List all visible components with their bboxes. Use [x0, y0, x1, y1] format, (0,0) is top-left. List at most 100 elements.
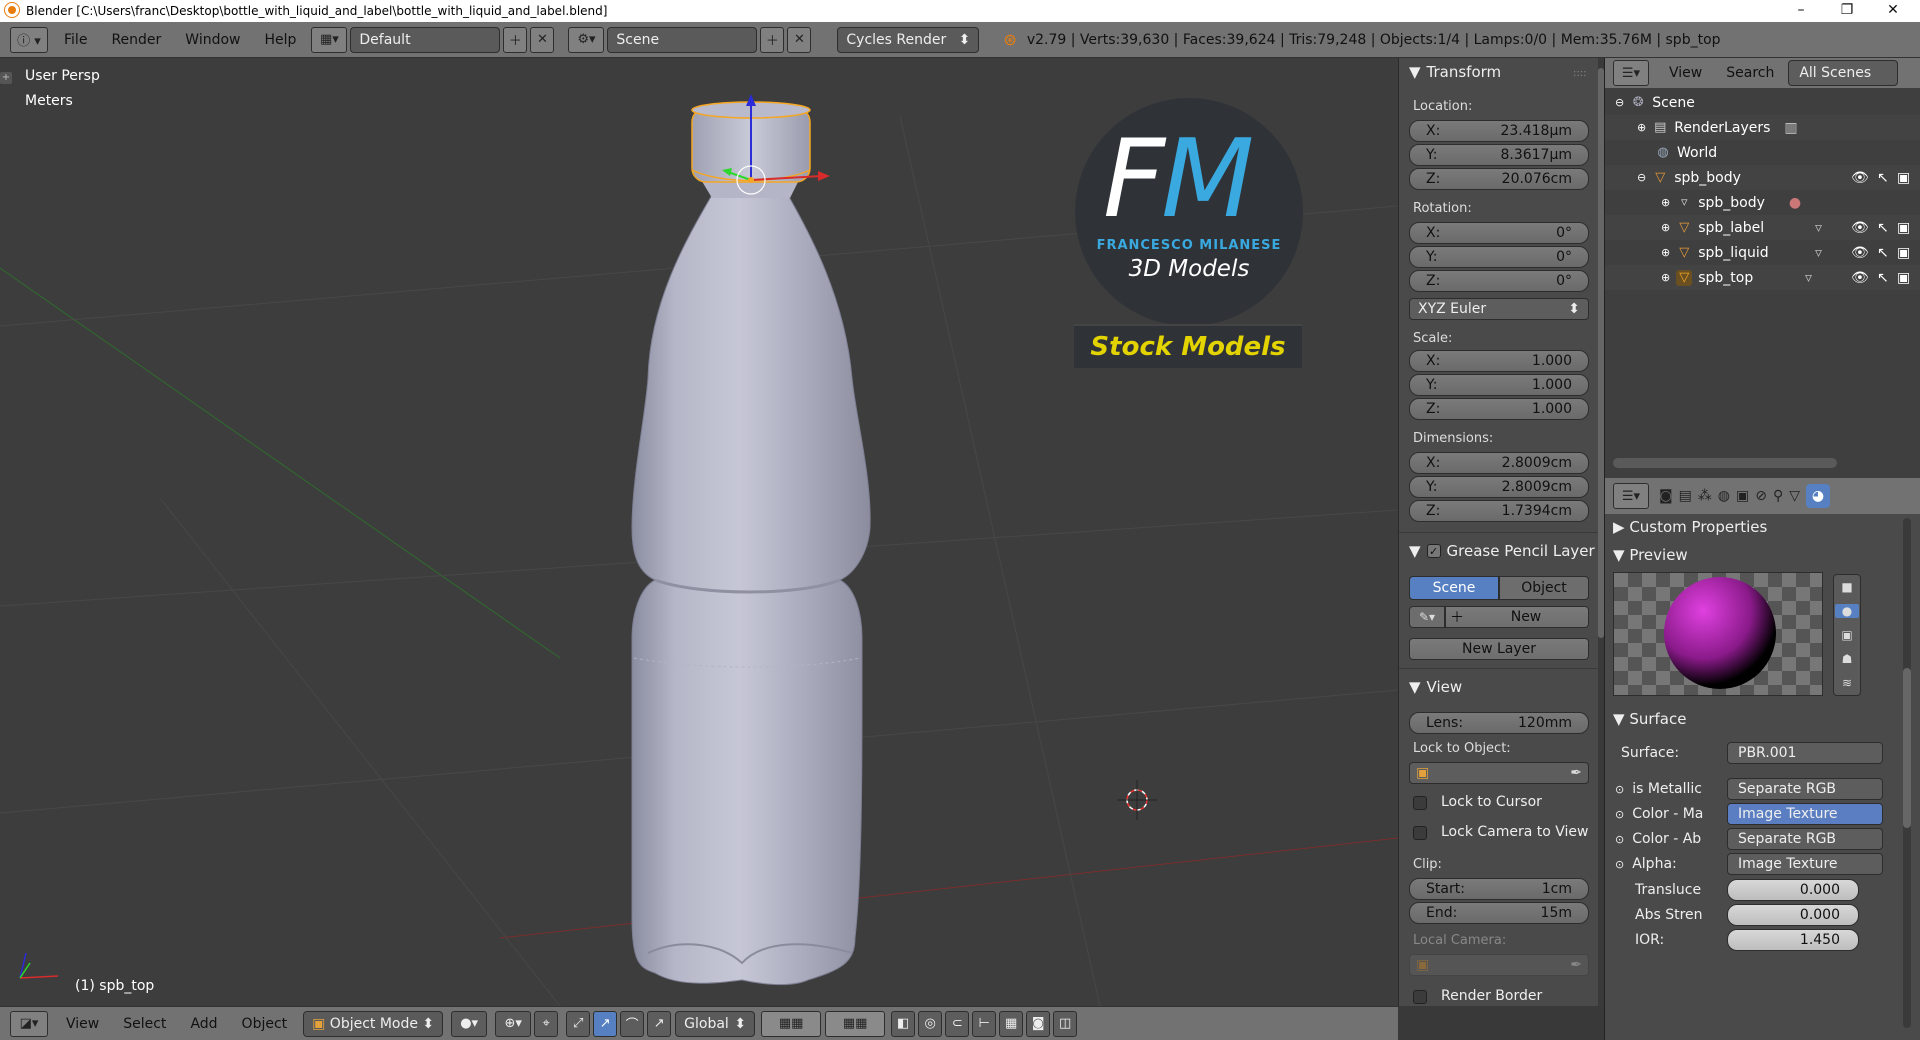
toolshelf-toggle-icon[interactable]: +: [0, 72, 12, 84]
view-panel-header[interactable]: ▼ View: [1399, 673, 1462, 701]
socket-icon[interactable]: ⊙: [1615, 858, 1624, 871]
menu-view[interactable]: View: [66, 1016, 99, 1032]
select-arrow-icon[interactable]: ↖: [1877, 170, 1889, 186]
visibility-eye-icon[interactable]: 👁: [1851, 220, 1869, 236]
outliner-editor-icon[interactable]: ☰▾: [1613, 60, 1649, 86]
scene-layers-icon[interactable]: ▦▦: [825, 1010, 886, 1037]
socket-icon[interactable]: ⊙: [1615, 833, 1624, 846]
expand-toggle-icon[interactable]: ⊕: [1637, 121, 1646, 134]
grease-pencil-checkbox[interactable]: ✓: [1426, 544, 1441, 558]
sphere-preview-icon[interactable]: ●: [1835, 604, 1859, 618]
eyedropper-icon[interactable]: ✒: [1570, 957, 1582, 973]
material-preview[interactable]: [1613, 572, 1823, 696]
select-arrow-icon[interactable]: ↖: [1877, 220, 1889, 236]
pencil-icon[interactable]: ✎▾: [1409, 606, 1445, 628]
scale-y-field[interactable]: Y: 1.000: [1409, 374, 1589, 396]
select-arrow-icon[interactable]: ↖: [1877, 270, 1889, 286]
menu-file[interactable]: File: [64, 32, 87, 48]
outliner-row-spb-label[interactable]: ⊕ ▽ spb_label ▿ 👁 ↖ ▣: [1605, 215, 1920, 240]
viewport-shading-icon[interactable]: ●▾: [451, 1010, 488, 1037]
abs-strength-slider[interactable]: 0.000: [1727, 904, 1859, 926]
tab-gp-scene[interactable]: Scene: [1409, 576, 1499, 600]
lock-object-field[interactable]: ▣ ✒: [1409, 762, 1589, 784]
outliner-row-spb-body-mesh[interactable]: ⊕ ▿ spb_body ●: [1605, 190, 1920, 215]
eyedropper-icon[interactable]: ✒: [1570, 765, 1582, 781]
remove-scene-icon[interactable]: ✕: [787, 26, 812, 53]
layer-lock-icon[interactable]: ◧: [891, 1010, 916, 1037]
new-layer-button[interactable]: New Layer: [1409, 638, 1589, 660]
screen-layout-icon[interactable]: ▦▾: [311, 26, 348, 53]
hair-preview-icon[interactable]: ≋: [1842, 676, 1852, 690]
render-camera-icon[interactable]: ▣: [1897, 170, 1910, 186]
render-camera-icon[interactable]: ▣: [1897, 220, 1910, 236]
tab-gp-object[interactable]: Object: [1499, 576, 1589, 600]
menu-render[interactable]: Render: [111, 32, 161, 48]
menu-window[interactable]: Window: [185, 32, 240, 48]
expand-toggle-icon[interactable]: ⊕: [1661, 221, 1670, 234]
outliner-display-mode-select[interactable]: All Scenes: [1788, 60, 1899, 86]
menu-object[interactable]: Object: [242, 1016, 288, 1032]
render-animation-icon[interactable]: ◫: [1053, 1010, 1078, 1037]
close-window-button[interactable]: ✕: [1870, 0, 1916, 22]
outliner-row-spb-liquid[interactable]: ⊕ ▽ spb_liquid ▿ 👁 ↖ ▣: [1605, 240, 1920, 265]
snap-target-icon[interactable]: ▦: [999, 1010, 1024, 1037]
drag-handle-icon[interactable]: ::::: [1573, 68, 1586, 79]
socket-link-select[interactable]: Separate RGB: [1727, 828, 1883, 850]
visibility-eye-icon[interactable]: 👁: [1851, 270, 1869, 286]
snap-toggle-icon[interactable]: ⊂: [945, 1010, 970, 1037]
transform-orientation-select[interactable]: Global ⬍: [675, 1010, 756, 1037]
scrollbar-thumb[interactable]: [1903, 668, 1911, 828]
menu-add[interactable]: Add: [190, 1016, 217, 1032]
gp-new-button[interactable]: ＋ New: [1445, 606, 1589, 628]
socket-icon[interactable]: ⊙: [1615, 783, 1624, 796]
socket-icon[interactable]: ⊙: [1615, 808, 1624, 821]
socket-link-select[interactable]: Separate RGB: [1727, 778, 1883, 800]
pivot-point-icon[interactable]: ⊕▾: [495, 1010, 532, 1037]
properties-scrollbar[interactable]: [1903, 518, 1911, 1028]
flat-preview-icon[interactable]: ■: [1841, 580, 1852, 594]
scene-icon[interactable]: ⚙▾: [568, 26, 605, 53]
interaction-mode-select[interactable]: ▣ Object Mode ⬍: [303, 1010, 444, 1037]
render-camera-icon[interactable]: ▣: [1897, 270, 1910, 286]
menu-select[interactable]: Select: [123, 1016, 166, 1032]
3d-viewport[interactable]: User Persp Meters + (1) spb_top FM FRANC…: [0, 58, 1398, 1006]
location-y-field[interactable]: Y: 8.3617µm: [1409, 144, 1589, 166]
3d-cursor[interactable]: [1117, 780, 1157, 820]
outliner-menu-view[interactable]: View: [1669, 65, 1702, 81]
maximize-button[interactable]: ❐: [1824, 0, 1870, 22]
outliner-row-spb-top[interactable]: ⊕ ▽ spb_top ▿ 👁 ↖ ▣: [1605, 265, 1920, 290]
surface-shader-select[interactable]: PBR.001: [1727, 742, 1883, 764]
add-layout-icon[interactable]: ＋: [503, 26, 528, 53]
custom-properties-header[interactable]: ▶ Custom Properties: [1613, 518, 1767, 536]
visibility-eye-icon[interactable]: 👁: [1851, 245, 1869, 261]
expand-toggle-icon[interactable]: ⊕: [1661, 271, 1670, 284]
snap-element-icon[interactable]: ⊢: [972, 1010, 997, 1037]
render-engine-select[interactable]: Cycles Render ⬍: [837, 26, 980, 53]
rotation-mode-select[interactable]: XYZ Euler ⬍: [1409, 298, 1589, 320]
location-z-field[interactable]: Z: 20.076cm: [1409, 168, 1589, 190]
preview-type-selector[interactable]: ■ ● ▣ ☗ ≋: [1833, 574, 1861, 696]
menu-help[interactable]: Help: [264, 32, 296, 48]
minimize-button[interactable]: –: [1778, 0, 1824, 22]
expand-toggle-icon[interactable]: ⊕: [1661, 246, 1670, 259]
editor-type-info-icon[interactable]: ⓘ ▾: [10, 26, 48, 53]
lens-field[interactable]: Lens: 120mm: [1409, 712, 1589, 734]
scale-z-field[interactable]: Z: 1.000: [1409, 398, 1589, 420]
dimensions-x-field[interactable]: X: 2.8009cm: [1409, 452, 1589, 474]
monkey-preview-icon[interactable]: ☗: [1842, 652, 1853, 666]
manipulator-space-icon[interactable]: ↗: [647, 1010, 672, 1037]
socket-link-select[interactable]: Image Texture: [1727, 853, 1883, 875]
translate-manipulator-icon[interactable]: ⤢: [566, 1010, 591, 1037]
rotation-x-field[interactable]: X: 0°: [1409, 222, 1589, 244]
outliner-menu-search[interactable]: Search: [1726, 65, 1774, 81]
manipulator-toggle-icon[interactable]: ⌖: [534, 1010, 559, 1037]
socket-link-select[interactable]: Image Texture: [1727, 803, 1883, 825]
properties-editor-icon[interactable]: ☰▾: [1613, 483, 1649, 509]
collapse-toggle-icon[interactable]: ⊖: [1637, 171, 1646, 184]
context-tabs-icons[interactable]: ◙▤⁂◍▣⊘⚲▽: [1659, 488, 1806, 504]
ior-slider[interactable]: 1.450: [1727, 929, 1859, 951]
lock-camera-checkbox[interactable]: [1413, 826, 1427, 840]
expand-toggle-icon[interactable]: ⊕: [1661, 196, 1670, 209]
translucency-slider[interactable]: 0.000: [1727, 879, 1859, 901]
scene-layers-icon[interactable]: ▦▦: [761, 1010, 822, 1037]
